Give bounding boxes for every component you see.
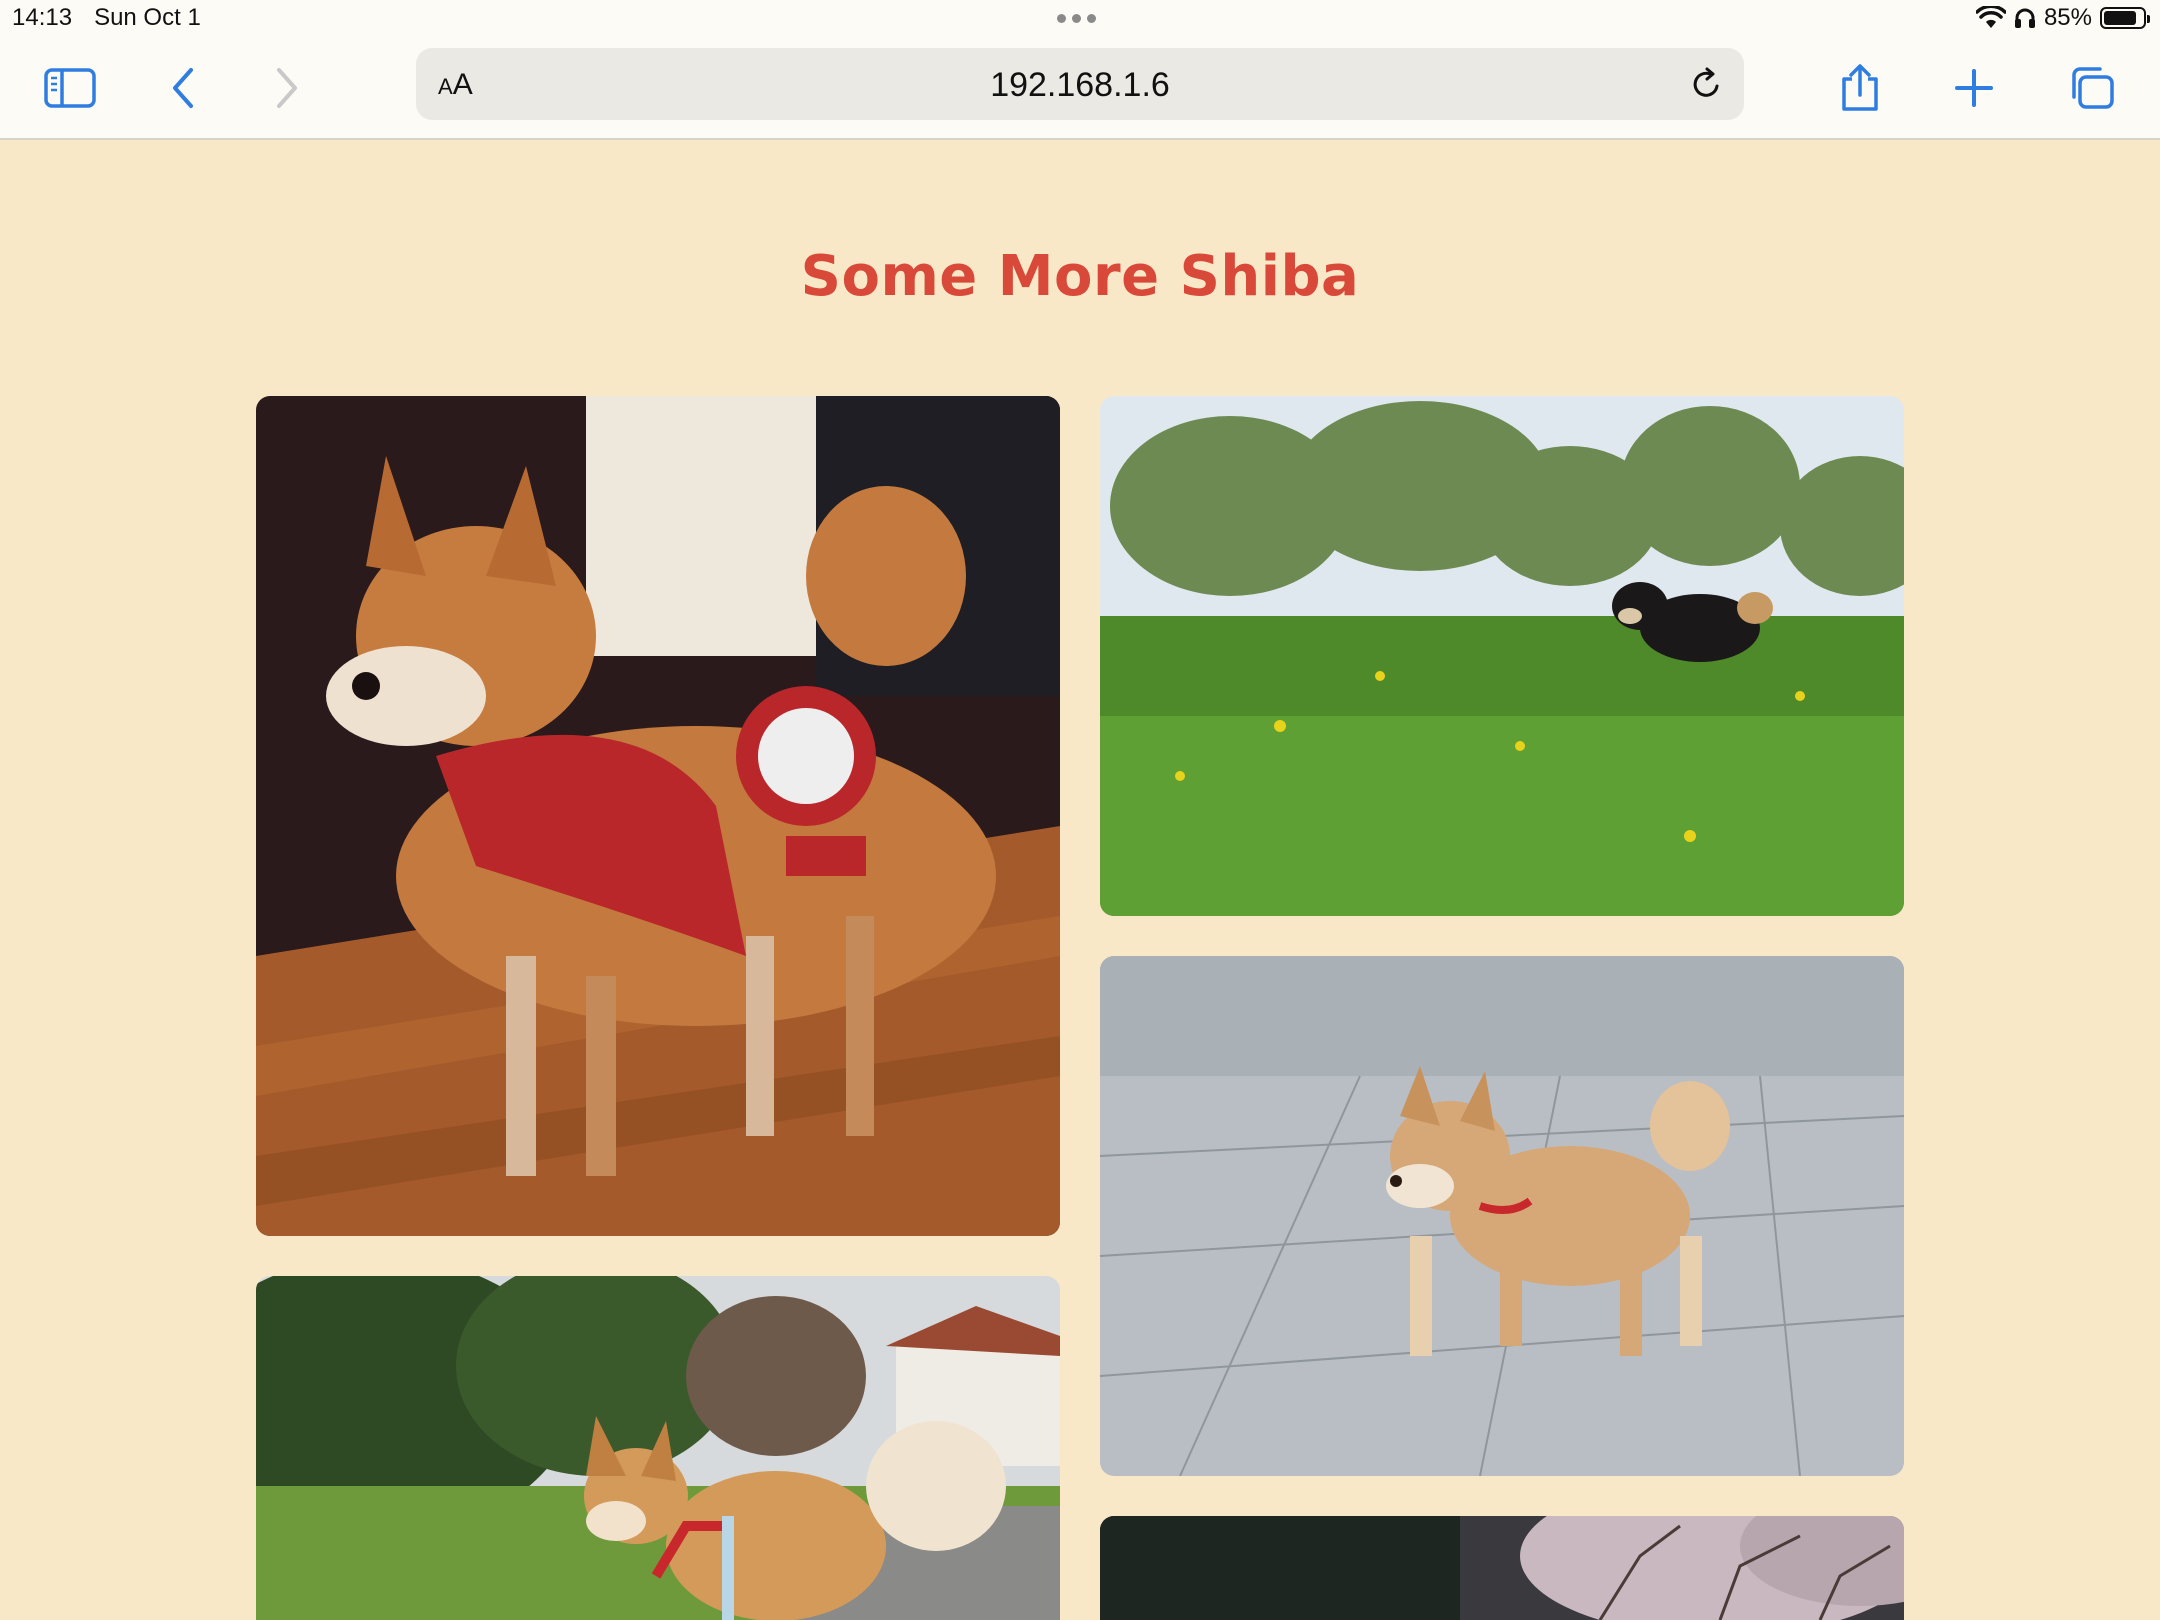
share-button[interactable] <box>1830 58 1890 118</box>
status-date: Sun Oct 1 <box>94 4 201 31</box>
multitasking-dots-icon[interactable] <box>1057 14 1096 23</box>
status-time: 14:13 <box>12 4 73 31</box>
wifi-icon <box>1975 6 2006 28</box>
reload-icon[interactable] <box>1688 66 1724 102</box>
back-button[interactable] <box>152 58 212 118</box>
address-bar[interactable]: AA 192.168.1.6 <box>416 48 1744 120</box>
chevron-right-icon <box>277 68 297 108</box>
tabs-overview-button[interactable] <box>2062 58 2122 118</box>
share-icon <box>1842 64 1878 111</box>
photo-shiba-puppy[interactable] <box>1100 956 1904 1476</box>
headphones-icon <box>2014 8 2035 28</box>
photo-shiba-scarf[interactable] <box>256 396 1060 1236</box>
sidebar-icon <box>44 68 96 108</box>
chevron-left-icon <box>173 68 193 108</box>
tabs-icon <box>2072 67 2114 109</box>
page-title: Some More Shiba <box>800 244 1360 309</box>
browser-toolbar: AA 192.168.1.6 <box>0 40 2160 140</box>
battery-icon <box>2100 7 2150 29</box>
forward-button[interactable] <box>258 58 318 118</box>
plus-icon <box>1955 69 1993 107</box>
photo-shiba-blossom[interactable] <box>1100 1516 1904 1620</box>
new-tab-button[interactable] <box>1944 58 2004 118</box>
sidebar-button[interactable] <box>40 58 100 118</box>
photo-shiba-meadow[interactable] <box>1100 396 1904 916</box>
battery-percent: 85% <box>2043 4 2092 31</box>
status-bar: 14:13 Sun Oct 1 85% <box>0 0 2160 40</box>
url-text: 192.168.1.6 <box>990 66 1170 104</box>
photo-shiba-park[interactable] <box>256 1276 1060 1620</box>
